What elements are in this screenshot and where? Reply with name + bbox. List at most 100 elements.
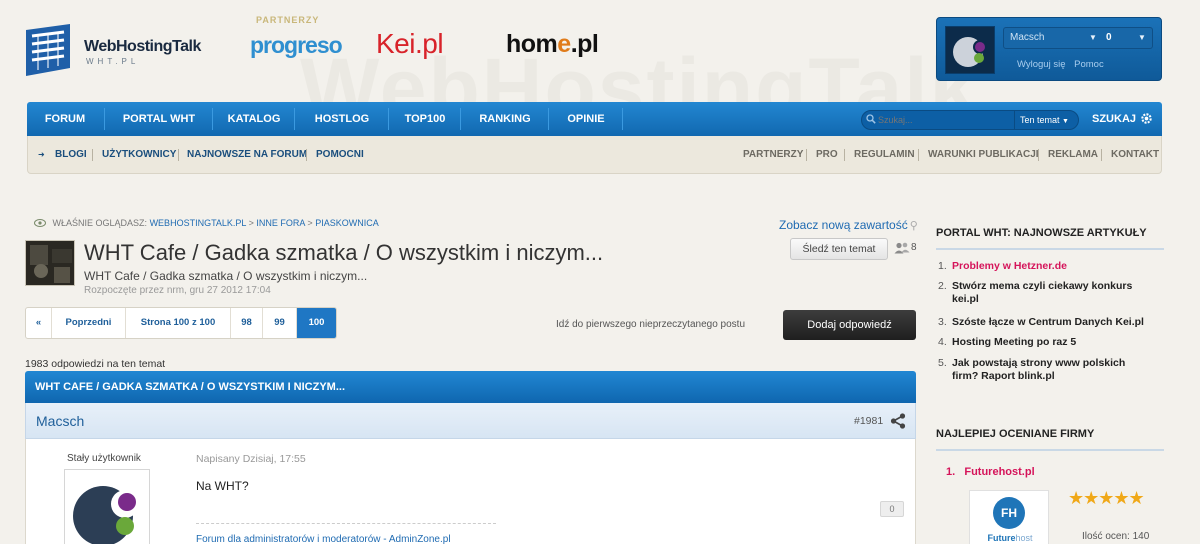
article-title[interactable]: Problemy w Hetzner.de xyxy=(952,260,1152,273)
page-prev[interactable]: Poprzedni xyxy=(52,308,126,338)
page-title: WHT Cafe / Gadka szmatka / O wszystkim i… xyxy=(84,240,604,265)
article-number: 5. xyxy=(938,357,947,369)
subnav-pro[interactable]: PRO xyxy=(816,136,838,174)
firm-item[interactable]: 1. Futurehost.pl xyxy=(946,466,1035,478)
firm-rank-number: 1. xyxy=(946,466,956,478)
partner-home-part: hom xyxy=(506,30,558,58)
partner-home[interactable]: home.pl xyxy=(506,30,599,59)
notification-count[interactable]: 0 xyxy=(1106,28,1112,48)
article-item[interactable]: 2. Stwórz mema czyli ciekawy konkurs kei.… xyxy=(938,280,1158,306)
nav-divider xyxy=(460,108,461,130)
page-of-indicator[interactable]: Strona 100 z 100 xyxy=(126,308,231,338)
firm-logo[interactable]: FH Futurehost xyxy=(969,490,1049,544)
gear-icon[interactable] xyxy=(1140,112,1153,125)
main-nav: FORUM PORTAL WHT KATALOG HOSTLOG TOP100 … xyxy=(27,102,1162,136)
nav-divider xyxy=(622,108,623,130)
breadcrumb-item-inne-fora[interactable]: INNE FORA xyxy=(256,218,305,228)
eye-icon xyxy=(34,219,46,227)
signature-link[interactable]: Forum dla administratorów i moderatorów … xyxy=(196,534,451,544)
nav-forum[interactable]: FORUM xyxy=(27,102,103,136)
nav-katalog[interactable]: KATALOG xyxy=(214,102,294,136)
user-menu[interactable]: Macsch ▼ 0 ▼ xyxy=(1003,27,1153,49)
username: Macsch xyxy=(1010,32,1045,43)
nav-divider xyxy=(294,108,295,130)
subnav-regulamin[interactable]: REGULAMIN xyxy=(854,136,915,174)
breadcrumb-item-piaskownica[interactable]: PIASKOWNICA xyxy=(315,218,379,228)
new-content-label: Zobacz nową zawartość xyxy=(779,218,908,232)
avatar-image-icon xyxy=(65,470,149,544)
post-header: Macsch #1981 xyxy=(25,403,916,439)
subnav-kontakt[interactable]: KONTAKT xyxy=(1111,136,1159,174)
partner-kei[interactable]: Kei.pl xyxy=(376,28,444,60)
subnav-divider xyxy=(306,149,307,161)
topic-starter-avatar[interactable] xyxy=(25,240,75,286)
nav-ranking[interactable]: RANKING xyxy=(462,102,548,136)
logo-icon xyxy=(26,24,70,76)
post-author-link[interactable]: Macsch xyxy=(36,413,84,429)
post-body: Stały użytkownik Napisany Dzisiaj, 17:55… xyxy=(25,439,916,544)
article-item[interactable]: 4. Hosting Meeting po raz 5 xyxy=(938,336,1158,349)
pin-icon: ⚲ xyxy=(909,220,918,232)
logout-link[interactable]: Wyloguj się xyxy=(1017,59,1066,70)
subnav-blogi[interactable]: BLOGI xyxy=(55,136,87,174)
search-input[interactable] xyxy=(878,112,1008,128)
breadcrumb-item-home[interactable]: WEBHOSTINGTALK.PL xyxy=(150,218,247,228)
subnav-pomocni[interactable]: POMOCNI xyxy=(316,136,364,174)
nav-opinie[interactable]: OPINIE xyxy=(550,102,622,136)
firm-logo-text-a: Future xyxy=(987,533,1016,543)
post-number-link[interactable]: #1981 xyxy=(854,415,883,427)
search-scope-select[interactable]: Ten temat ▼ xyxy=(1014,111,1078,129)
user-dropdown-icon[interactable]: ▼ xyxy=(1089,28,1097,48)
firms-title: NAJLEPIEJ OCENIANE FIRMY xyxy=(936,428,1164,451)
nav-divider xyxy=(212,108,213,130)
subnav-uzytkownicy[interactable]: UŻYTKOWNICY xyxy=(102,136,176,174)
page-100-current[interactable]: 100 xyxy=(297,308,336,338)
help-link[interactable]: Pomoc xyxy=(1074,59,1104,70)
subnav-divider xyxy=(92,149,93,161)
nav-top100[interactable]: TOP100 xyxy=(390,102,460,136)
follow-topic-button[interactable]: Śledź ten temat xyxy=(790,238,888,260)
subnav-warunki[interactable]: WARUNKI PUBLIKACJI xyxy=(928,136,1039,174)
article-title[interactable]: Szóste łącze w Centrum Danych Kei.pl xyxy=(952,316,1152,329)
notification-dropdown-icon[interactable]: ▼ xyxy=(1138,28,1146,48)
article-number: 1. xyxy=(938,260,947,272)
avatar-image-icon xyxy=(946,27,994,73)
add-reply-button[interactable]: Dodaj odpowiedź xyxy=(783,310,916,340)
site-logo[interactable]: WebHostingTalk WHT.PL xyxy=(24,20,224,80)
user-panel: Macsch ▼ 0 ▼ Wyloguj się Pomoc xyxy=(936,17,1162,81)
topic-meta: Rozpoczęte przez nrm, gru 27 2012 17:04 xyxy=(84,285,271,296)
article-item[interactable]: 3. Szóste łącze w Centrum Danych Kei.pl xyxy=(938,316,1158,329)
subnav-divider xyxy=(1101,149,1102,161)
article-item[interactable]: 5. Jak powstają strony www polskich firm?… xyxy=(938,357,1158,383)
reputation-badge[interactable]: 0 xyxy=(880,501,904,517)
subnav-partnerzy[interactable]: PARTNERZY xyxy=(743,136,803,174)
search-button[interactable]: SZUKAJ xyxy=(1092,102,1136,136)
post-content: Na WHT? xyxy=(196,479,249,493)
subnav-reklama[interactable]: REKLAMA xyxy=(1048,136,1098,174)
partner-home-tld: .pl xyxy=(570,30,599,58)
nav-divider xyxy=(388,108,389,130)
page-first[interactable]: « xyxy=(26,308,52,338)
chevron-down-icon: ▼ xyxy=(1062,118,1069,125)
post-author-avatar[interactable] xyxy=(64,469,150,544)
nav-hostlog[interactable]: HOSTLOG xyxy=(296,102,388,136)
article-item[interactable]: 1. Problemy w Hetzner.de xyxy=(938,260,1158,273)
topic-subtitle: WHT Cafe / Gadka szmatka / O wszystkim i… xyxy=(84,269,368,283)
firm-logo-text: Futurehost xyxy=(970,533,1050,543)
new-content-link[interactable]: Zobacz nową zawartość ⚲ xyxy=(779,218,918,232)
subnav-najnowsze[interactable]: NAJNOWSZE NA FORUM xyxy=(187,136,307,174)
first-unread-link[interactable]: Idź do pierwszego nieprzeczytanego postu xyxy=(556,319,745,330)
share-icon[interactable] xyxy=(890,413,906,429)
article-title[interactable]: Hosting Meeting po raz 5 xyxy=(952,336,1152,349)
partner-progreso[interactable]: progreso xyxy=(250,32,343,59)
article-title[interactable]: Jak powstają strony www polskich firm? R… xyxy=(952,357,1152,383)
user-avatar[interactable] xyxy=(945,26,995,74)
partner-home-accent: e xyxy=(557,30,571,58)
page-99[interactable]: 99 xyxy=(263,308,297,338)
page-98[interactable]: 98 xyxy=(231,308,263,338)
firm-logo-initials: FH xyxy=(993,497,1025,529)
firm-name[interactable]: Futurehost.pl xyxy=(964,466,1034,478)
subnav-divider xyxy=(918,149,919,161)
nav-portal-wht[interactable]: PORTAL WHT xyxy=(106,102,212,136)
article-title[interactable]: Stwórz mema czyli ciekawy konkurs kei.pl xyxy=(952,280,1152,306)
